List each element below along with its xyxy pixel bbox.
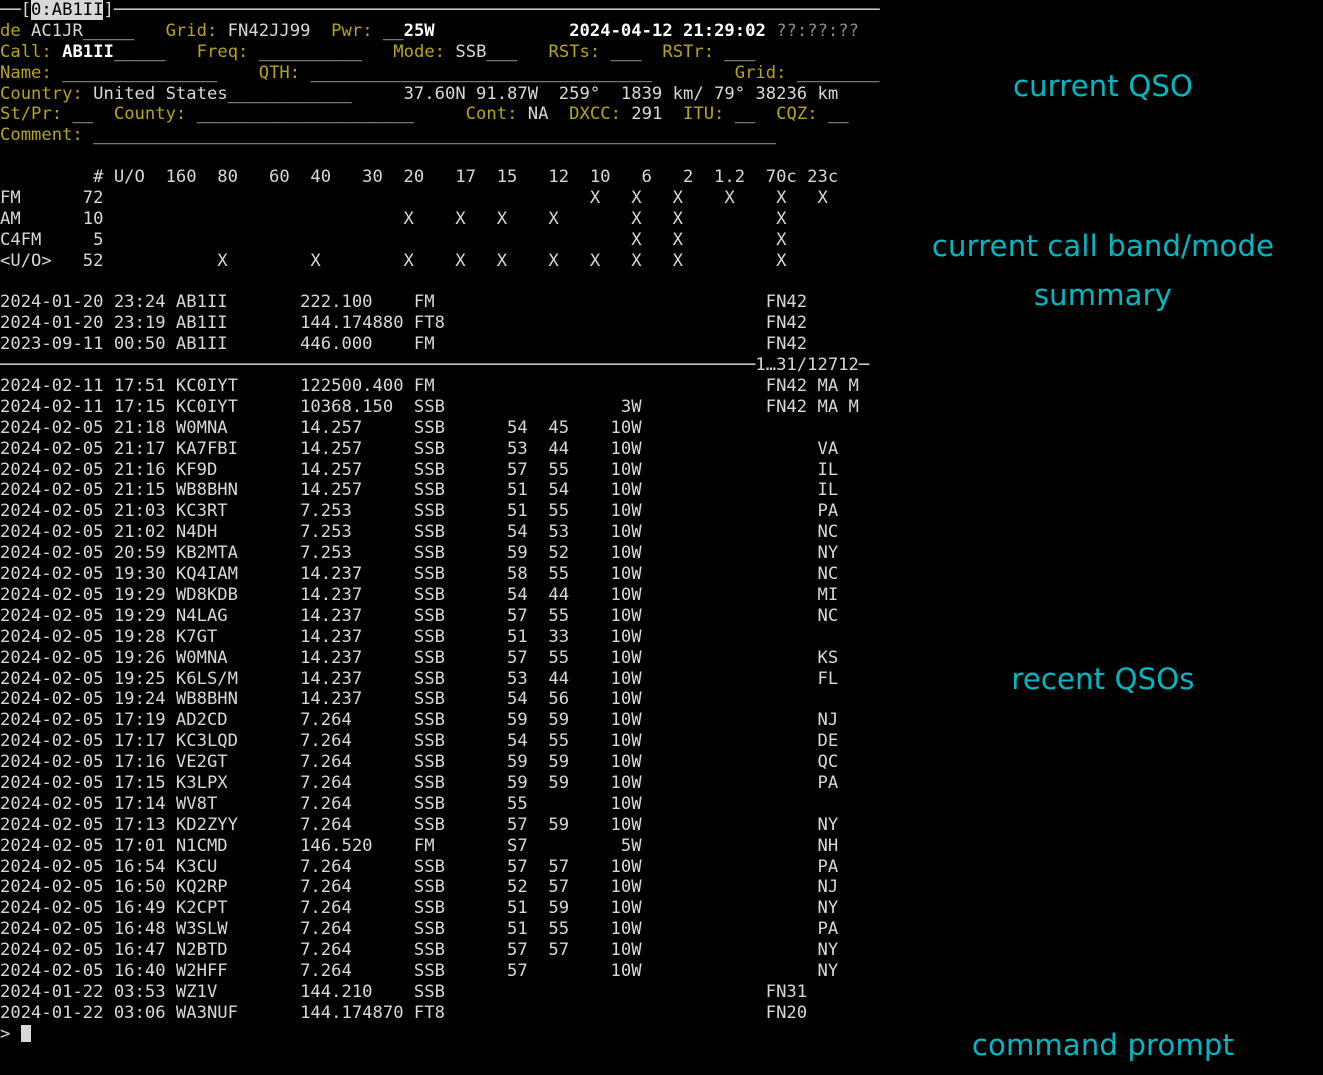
terminal-screen: ──[0:AB1II]─────────────────────────────… <box>0 0 1323 1075</box>
recent-qso-row: 2024-01-22 03:06 WA3NUF 144.174870 FT8 F… <box>0 1002 880 1023</box>
spacer-row <box>0 146 900 167</box>
qso-list-separator: ────────────────────────────────────────… <box>0 355 870 376</box>
annotation-recent-qsos: recent QSOs <box>1011 662 1195 696</box>
window-title-bar: ──[0:AB1II]─────────────────────────────… <box>0 0 880 20</box>
recent-qso-row: 2024-02-05 19:25 K6LS/M 14.237 SSB 53 44… <box>0 668 880 689</box>
recent-qso-row: 2024-02-05 16:47 N2BTD 7.264 SSB 57 57 1… <box>0 940 880 961</box>
recent-qso-row: 2024-02-05 17:16 VE2GT 7.264 SSB 59 59 1… <box>0 752 880 773</box>
band-summary-header: # U/O 160 80 60 40 30 20 17 15 12 10 6 2… <box>0 167 880 188</box>
recent-qso-row: 2024-02-05 19:24 WB8BHN 14.237 SSB 54 56… <box>0 689 880 710</box>
recent-qso-row: 2024-02-05 19:30 KQ4IAM 14.237 SSB 58 55… <box>0 564 880 585</box>
current-call-qso-row: 2023-09-11 00:50 AB1II 446.000 FM FN42 <box>0 334 880 355</box>
recent-qso-row: 2024-02-05 16:48 W3SLW 7.264 SSB 51 55 1… <box>0 919 880 940</box>
recent-qso-row: 2024-02-05 17:13 KD2ZYY 7.264 SSB 57 59 … <box>0 814 880 835</box>
current-call-qso-row: 2024-01-20 23:24 AB1II 222.100 FM FN42 <box>0 292 880 313</box>
recent-qso-row: 2024-02-05 21:17 KA7FBI 14.257 SSB 53 44… <box>0 438 880 459</box>
annotation-current-qso: current QSO <box>1012 69 1194 103</box>
command-prompt-row[interactable]: > <box>0 1024 900 1045</box>
form-row-de: de AC1JR_____ Grid: FN42JJ99 Pwr: __25W … <box>0 20 859 41</box>
band-summary-row: C4FM 5 X X X <box>0 229 880 250</box>
recent-qso-row: 2024-02-05 17:17 KC3LQD 7.264 SSB 54 55 … <box>0 731 880 752</box>
spacer-row <box>0 272 900 293</box>
prompt-symbol: > <box>0 1023 11 1044</box>
recent-qso-row: 2024-02-11 17:15 KC0IYT 10368.150 SSB 3W… <box>0 396 880 417</box>
recent-qso-row: 2024-02-05 21:02 N4DH 7.253 SSB 54 53 10… <box>0 522 880 543</box>
recent-qso-row: 2024-02-05 21:03 KC3RT 7.253 SSB 51 55 1… <box>0 501 880 522</box>
recent-qso-row: 2024-02-05 20:59 KB2MTA 7.253 SSB 59 52 … <box>0 543 880 564</box>
form-row-country: Country: United States____________ 37.60… <box>0 83 880 104</box>
current-call-qso-row: 2024-01-20 23:19 AB1II 144.174880 FT8 FN… <box>0 313 880 334</box>
recent-qso-row: 2024-02-05 19:29 WD8KDB 14.237 SSB 54 44… <box>0 584 880 605</box>
recent-qso-row: 2024-01-22 03:53 WZ1V 144.210 SSB FN31 <box>0 981 880 1002</box>
recent-qso-row: 2024-02-05 19:28 K7GT 14.237 SSB 51 33 1… <box>0 626 880 647</box>
recent-qso-row: 2024-02-05 16:54 K3CU 7.264 SSB 57 57 10… <box>0 856 880 877</box>
recent-qso-row: 2024-02-05 21:15 WB8BHN 14.257 SSB 51 54… <box>0 480 880 501</box>
text-cursor <box>20 1024 32 1042</box>
form-row-call: Call: AB1II_____ Freq: __________ Mode: … <box>0 41 880 62</box>
form-row-name: Name: _______________ QTH: _____________… <box>0 62 880 83</box>
recent-qso-row: 2024-02-11 17:51 KC0IYT 122500.400 FM FN… <box>0 376 880 397</box>
recent-qso-row: 2024-02-05 21:18 W0MNA 14.257 SSB 54 45 … <box>0 417 880 438</box>
recent-qso-row: 2024-02-05 16:50 KQ2RP 7.264 SSB 52 57 1… <box>0 877 880 898</box>
form-row-stpr: St/Pr: __ County: _____________________ … <box>0 104 880 125</box>
band-summary-row: AM 10 X X X X X X X <box>0 208 880 229</box>
recent-qso-row: 2024-02-05 17:19 AD2CD 7.264 SSB 59 59 1… <box>0 710 880 731</box>
recent-qso-row: 2024-02-05 19:26 W0MNA 14.237 SSB 57 55 … <box>0 647 880 668</box>
recent-qso-row: 2024-02-05 17:15 K3LPX 7.264 SSB 59 59 1… <box>0 772 880 793</box>
recent-qso-row: 2024-02-05 17:14 WV8T 7.264 SSB 55 10W <box>0 793 880 814</box>
annotation-command-prompt: command prompt <box>971 1028 1235 1062</box>
recent-qso-row: 2024-02-05 19:29 N4LAG 14.237 SSB 57 55 … <box>0 605 880 626</box>
recent-qso-row: 2024-02-05 16:40 W2HFF 7.264 SSB 57 10W … <box>0 960 880 981</box>
recent-qso-row: 2024-02-05 17:01 N1CMD 146.520 FM S7 5W … <box>0 835 880 856</box>
form-row-comment: Comment: _______________________________… <box>0 125 880 146</box>
terminal-text-grid[interactable]: ──[0:AB1II]─────────────────────────────… <box>0 0 900 1045</box>
annotation-band-mode-summary: current call band/mode summary <box>931 229 1275 312</box>
recent-qso-row: 2024-02-05 16:49 K2CPT 7.264 SSB 51 59 1… <box>0 898 880 919</box>
band-summary-row: FM 72 X X X X X X <box>0 188 880 209</box>
recent-qso-row: 2024-02-05 21:16 KF9D 14.257 SSB 57 55 1… <box>0 459 880 480</box>
band-summary-row: <U/O> 52 X X X X X X X X X X <box>0 250 880 271</box>
